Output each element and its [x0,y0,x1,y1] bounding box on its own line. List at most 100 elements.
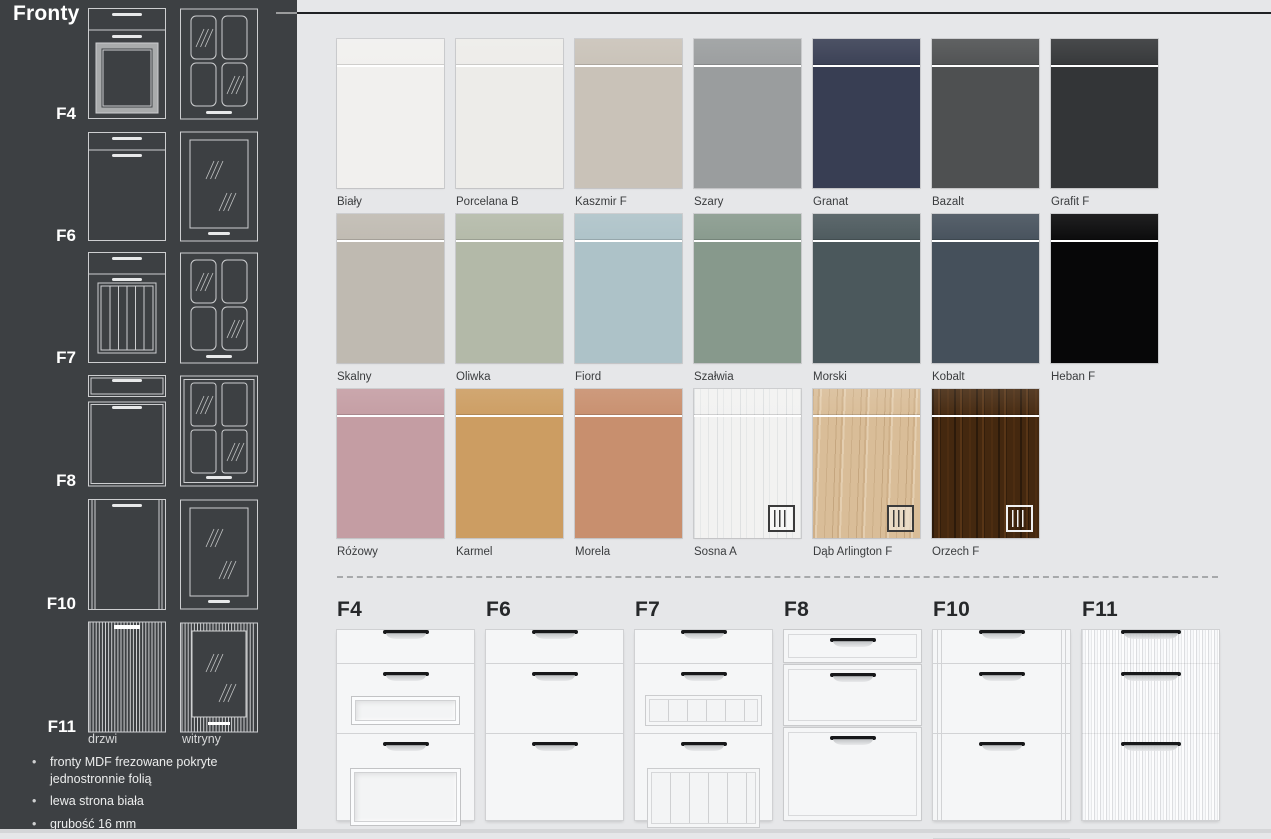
swatch-top-band [932,389,1039,415]
handle-icon [830,736,876,740]
front-row-f10: F10 [0,498,297,610]
handle-icon [979,742,1025,746]
door-drawing-f11 [88,621,166,733]
swatch-skalny [337,214,444,363]
swatch-top-band [932,214,1039,240]
main-area: BiałyPorcelana BKaszmir FSzaryGranatBaza… [297,0,1271,833]
swatch-gap-line [932,65,1039,67]
handle-icon [532,672,578,676]
handle-icon [383,630,429,634]
sidebar: Fronty F4 F6 F7 [0,0,297,829]
front-preview-f8 [784,630,921,820]
column-label-doors: drzwi [88,732,117,746]
column-label-vitrines: witryny [182,732,221,746]
drawer-front [1082,630,1219,664]
swatch-kaszmir-f [575,39,682,188]
preview-card-f11: F11 [1082,598,1219,820]
swatch-name: Dąb Arlington F [813,546,920,558]
swatch-gap-line [694,415,801,417]
drawer-front [784,630,921,662]
drawer-front [486,630,623,664]
front-code-label: F8 [0,471,76,491]
swatch-name: Porcelana B [456,196,563,208]
swatch-cell: Grafit F [1051,39,1158,214]
top-rule-tick [276,12,297,14]
handle-icon [1121,672,1181,676]
swatch-name: Morski [813,371,920,383]
front-code-label: F10 [0,594,76,614]
drawer-front [486,742,623,838]
dashed-divider [337,576,1218,578]
swatch-cell: Bazalt [932,39,1039,214]
swatch-name: Fiord [575,371,682,383]
swatch-gap-line [932,240,1039,242]
drawer-front [933,672,1070,734]
swatch-top-band [694,389,801,415]
swatch-top-band [813,214,920,240]
swatch-cell: Karmel [456,389,563,564]
swatch-kobalt [932,214,1039,363]
swatch-top-band [337,39,444,65]
swatch-gap-line [337,240,444,242]
handle-icon [681,672,727,676]
swatch-name: Heban F [1051,371,1158,383]
swatch-gap-line [456,415,563,417]
drawer-front [337,742,474,838]
front-preview-f7 [635,630,772,820]
handle-icon [830,673,876,677]
swatch-top-band [813,39,920,65]
door-drawing-f10 [88,498,166,610]
front-row-f11: F11 [0,621,297,733]
drawer-front [486,672,623,734]
swatch-name: Oliwka [456,371,563,383]
vitrine-drawing-f10 [180,498,258,610]
swatch-name: Granat [813,196,920,208]
handle-icon [830,638,876,642]
slat-panel [645,695,762,726]
front-code-label: F4 [0,104,76,124]
swatch-top-band [932,39,1039,65]
swatch-cell: Granat [813,39,920,214]
handle-icon [383,742,429,746]
swatch-top-band [337,389,444,415]
front-preview-f11 [1082,630,1219,820]
swatch-gap-line [575,240,682,242]
swatch-top-band [575,214,682,240]
swatch-name: Kobalt [932,371,1039,383]
swatch-szałwia [694,214,801,363]
bevel-panel [351,696,460,725]
catalog-page: { "colors":{"sidebar_bg":"#3d4043","page… [0,0,1271,833]
door-drawing-f4 [88,8,166,120]
swatch-cell: Kobalt [932,214,1039,389]
wood-grain-direction-icon [1006,505,1033,532]
preview-code-label: F6 [486,598,623,622]
swatch-morski [813,214,920,363]
front-code-label: F6 [0,226,76,246]
swatch-heban-f [1051,214,1158,363]
drawer-front [337,630,474,664]
swatch-fiord [575,214,682,363]
material-notes: fronty MDF frezowane pokryte jednostronn… [26,754,246,838]
swatch-cell: Różowy [337,389,444,564]
front-preview-f6 [486,630,623,820]
swatch-bazalt [932,39,1039,188]
preview-card-f8: F8 [784,598,921,820]
drawer-front [635,630,772,664]
swatch-name: Różowy [337,546,444,558]
drawer-front [635,742,772,838]
swatch-gap-line [813,415,920,417]
swatch-gap-line [337,415,444,417]
front-preview-f4 [337,630,474,820]
swatch-name: Karmel [456,546,563,558]
swatch-cell: Sosna A [694,389,801,564]
handle-icon [979,672,1025,676]
swatch-grafit-f [1051,39,1158,188]
swatch-name: Sosna A [694,546,801,558]
swatch-top-band [575,389,682,415]
wood-grain-direction-icon [887,505,914,532]
drawer-front [933,630,1070,664]
handle-icon [383,672,429,676]
vitrine-drawing-f11 [180,621,258,733]
swatch-cell: Orzech F [932,389,1039,564]
swatch-top-band [694,214,801,240]
